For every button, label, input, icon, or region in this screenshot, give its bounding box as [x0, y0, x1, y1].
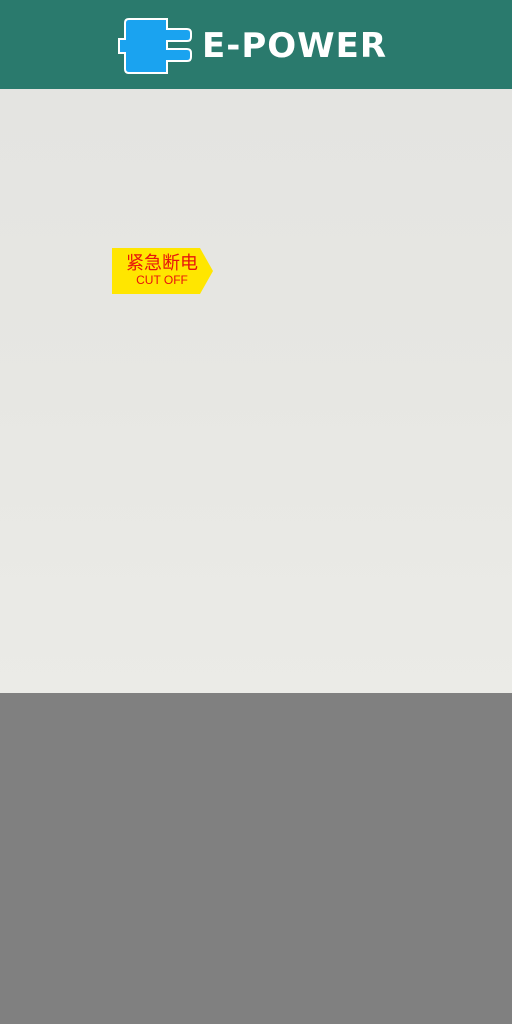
- main-content: [0, 89, 512, 693]
- app-header: E-POWER: [0, 0, 512, 89]
- app-screen: E-POWER 紧急断电 CUT OFF: [0, 0, 512, 1024]
- cutoff-label-cn: 紧急断电: [126, 253, 198, 274]
- plug-icon: [118, 18, 192, 74]
- cutoff-label-en: CUT OFF: [136, 273, 188, 287]
- bottom-panel: [0, 693, 512, 1024]
- brand-title: E-POWER: [202, 26, 388, 66]
- emergency-cutoff-button[interactable]: 紧急断电 CUT OFF: [112, 248, 213, 294]
